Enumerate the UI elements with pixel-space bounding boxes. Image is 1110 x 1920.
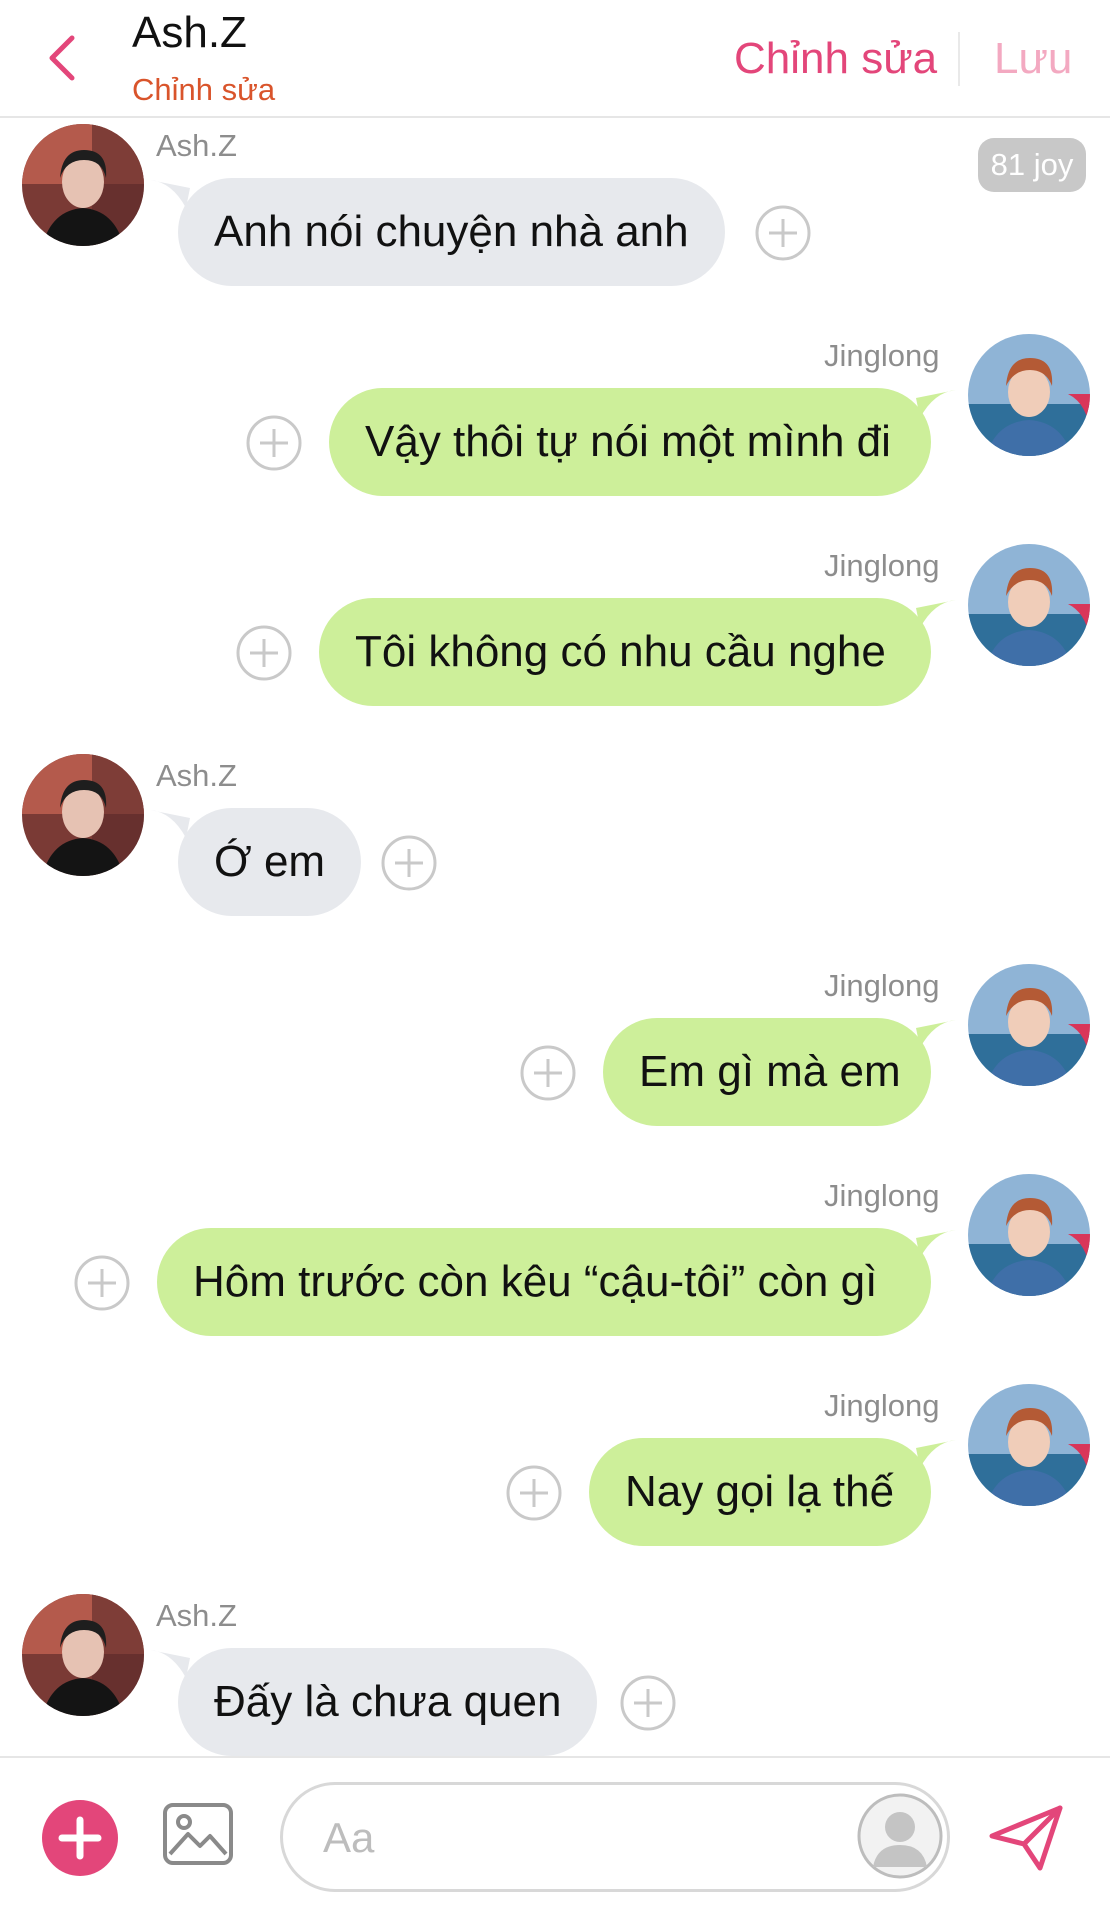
edit-button[interactable]: Chỉnh sửa: [734, 34, 937, 84]
message-input[interactable]: [321, 1803, 805, 1873]
message-bubble-incoming[interactable]: Anh nói chuyện nhà anh: [178, 178, 725, 286]
image-icon[interactable]: [162, 1802, 234, 1866]
message-bubble-outgoing[interactable]: Nay gọi lạ thế: [589, 1438, 931, 1546]
sender-name: Ash.Z: [156, 1598, 237, 1633]
chat-header: Ash.Z Chỉnh sửa Chỉnh sửa Lưu: [0, 0, 1110, 118]
avatar-jinglong[interactable]: [968, 964, 1090, 1086]
bubble-tail: [916, 1020, 956, 1048]
user-avatar-icon[interactable]: [857, 1793, 943, 1879]
plus-icon: [58, 1816, 102, 1860]
sender-name: Ash.Z: [156, 758, 237, 793]
avatar-ash[interactable]: [22, 754, 144, 876]
save-button[interactable]: Lưu: [994, 34, 1072, 84]
sender-name: Ash.Z: [156, 128, 237, 163]
avatar-jinglong[interactable]: [968, 544, 1090, 666]
add-reaction-icon[interactable]: [506, 1465, 562, 1521]
add-reaction-icon[interactable]: [236, 625, 292, 681]
add-reaction-icon[interactable]: [246, 415, 302, 471]
header-divider: [958, 32, 960, 86]
message-bubble-outgoing[interactable]: Tôi không có nhu cầu nghe: [319, 598, 931, 706]
add-reaction-icon[interactable]: [381, 835, 437, 891]
chat-subtitle[interactable]: Chỉnh sửa: [132, 72, 275, 108]
bubble-tail: [916, 1230, 956, 1258]
message-bubble-outgoing[interactable]: Em gì mà em: [603, 1018, 931, 1126]
sender-name: Jinglong: [824, 338, 940, 373]
avatar-ash[interactable]: [22, 124, 144, 246]
avatar-jinglong[interactable]: [968, 1174, 1090, 1296]
send-icon[interactable]: [986, 1802, 1066, 1874]
message-bubble-outgoing[interactable]: Hôm trước còn kêu “cậu-tôi” còn gì: [157, 1228, 931, 1336]
bubble-tail: [916, 1440, 956, 1468]
chat-title: Ash.Z: [132, 8, 247, 57]
add-reaction-icon[interactable]: [74, 1255, 130, 1311]
message-bubble-incoming[interactable]: Ớ em: [178, 808, 362, 916]
avatar-ash[interactable]: [22, 1594, 144, 1716]
sender-name: Jinglong: [824, 968, 940, 1003]
sender-name: Jinglong: [824, 548, 940, 583]
bubble-tail: [916, 600, 956, 628]
bubble-tail: [916, 390, 956, 418]
composer-bar: [0, 1756, 1110, 1920]
joy-badge: 81 joy: [978, 138, 1086, 192]
sender-name: Jinglong: [824, 1388, 940, 1423]
add-reaction-icon[interactable]: [520, 1045, 576, 1101]
message-bubble-incoming[interactable]: Đấy là chưa quen: [178, 1648, 598, 1756]
add-reaction-icon[interactable]: [620, 1675, 676, 1731]
add-reaction-icon[interactable]: [755, 205, 811, 261]
back-chevron-icon[interactable]: [42, 30, 82, 86]
chat-screen: Ash.Z Chỉnh sửa Chỉnh sửa Lưu 81 joy Ash…: [0, 0, 1110, 1920]
avatar-jinglong[interactable]: [968, 1384, 1090, 1506]
add-attachment-button[interactable]: [42, 1800, 118, 1876]
message-input-container: [280, 1782, 950, 1892]
message-bubble-outgoing[interactable]: Vậy thôi tự nói một mình đi: [329, 388, 931, 496]
avatar-jinglong[interactable]: [968, 334, 1090, 456]
sender-name: Jinglong: [824, 1178, 940, 1213]
